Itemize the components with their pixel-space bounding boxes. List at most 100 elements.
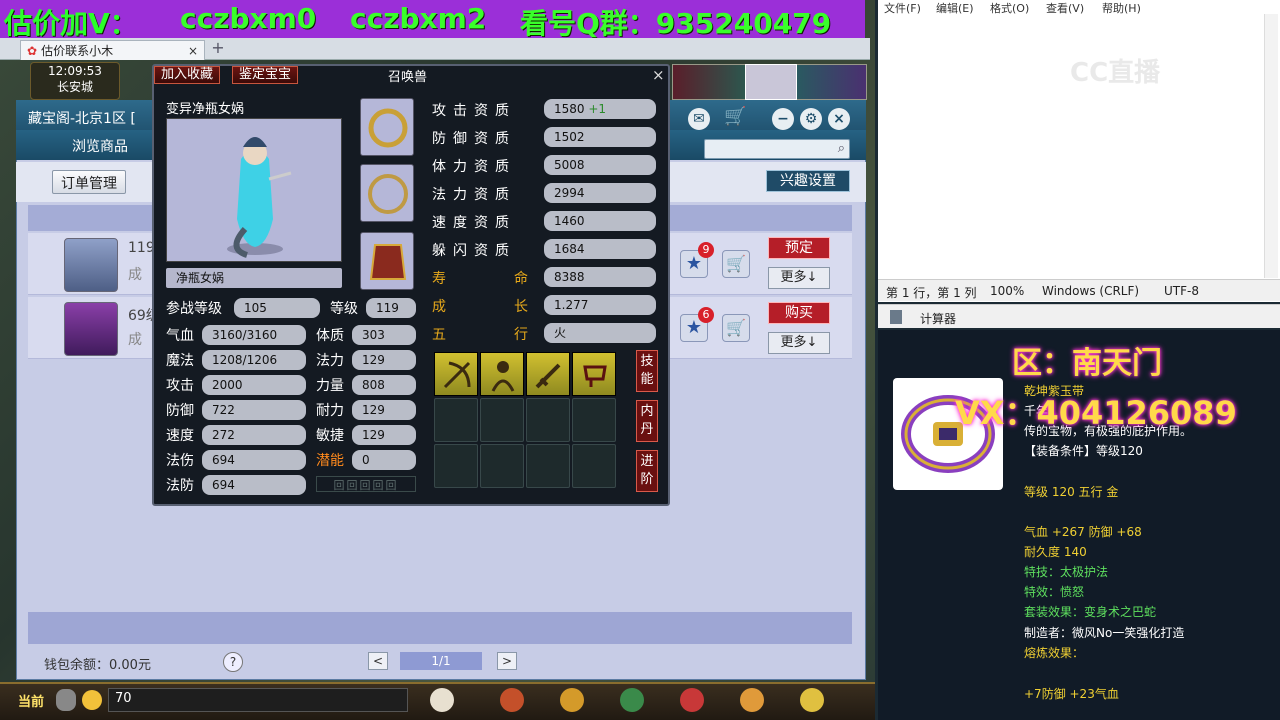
chat-channel-label[interactable]: 当前 xyxy=(18,691,44,710)
skill-slot-empty[interactable] xyxy=(434,398,478,442)
wallet-balance: 钱包余额：0.00元 xyxy=(44,658,151,673)
menu-edit[interactable]: 编辑(E) xyxy=(936,0,974,16)
order-manage-button[interactable]: 订单管理 xyxy=(52,170,126,194)
promo-banner: 估价加V： cczbxm0 cczbxm2 看号Q群：935240479 xyxy=(0,0,865,40)
skill-slot-empty[interactable] xyxy=(480,398,524,442)
item-tray-icon[interactable] xyxy=(680,688,704,712)
more-button[interactable]: 更多↓ xyxy=(768,332,830,354)
stat-label: 速度 xyxy=(166,428,194,444)
decorative-pattern: 回回回回回 xyxy=(316,476,416,492)
line-ending: Windows (CRLF) xyxy=(1042,284,1140,298)
search-icon[interactable]: ⌕ xyxy=(838,141,845,156)
item-tray-icon[interactable] xyxy=(620,688,644,712)
notepad-scrollbar[interactable] xyxy=(1264,14,1278,278)
item-durability: 耐久度 140 xyxy=(1024,545,1087,559)
stat-label: 力量 xyxy=(316,378,344,394)
level-label: 等级 xyxy=(330,301,358,317)
character-icon[interactable] xyxy=(56,689,76,711)
skill-slot-empty[interactable] xyxy=(526,444,570,488)
stat-label: 法防 xyxy=(166,478,194,494)
menu-help[interactable]: 帮助(H) xyxy=(1102,0,1141,16)
tab-advance[interactable]: 进阶 xyxy=(636,450,658,492)
add-cart-icon[interactable]: 🛒 xyxy=(722,250,750,278)
item-tray-icon[interactable] xyxy=(500,688,524,712)
mall-search-input[interactable]: ⌕ xyxy=(704,139,850,159)
item-tray-icon[interactable] xyxy=(740,688,764,712)
aptitude-label: 速度资质 xyxy=(432,215,516,231)
stat-value: 722 xyxy=(202,400,306,420)
equip-slot-ring-2[interactable] xyxy=(360,164,414,222)
stat-value: 694 xyxy=(202,475,306,495)
stat-label: 法伤 xyxy=(166,453,194,469)
equip-slot-ring-1[interactable] xyxy=(360,98,414,156)
buy-button[interactable]: 购买 xyxy=(768,302,830,324)
skill-slot-empty[interactable] xyxy=(572,398,616,442)
tab-close-icon[interactable]: × xyxy=(188,44,198,58)
more-button[interactable]: 更多↓ xyxy=(768,267,830,289)
browser-tab[interactable]: ✿ 估价联系小木 × xyxy=(20,40,205,60)
item-set-effect: 套装效果：变身术之巴蛇 xyxy=(1024,605,1157,619)
identify-pet-tag[interactable]: 鉴定宝宝 xyxy=(232,66,299,84)
zoom-level: 100% xyxy=(990,284,1025,298)
pet-name: 变异净瓶女娲 xyxy=(166,102,245,117)
new-tab-button[interactable]: + xyxy=(208,38,228,58)
pet-tray-icon[interactable] xyxy=(430,688,454,712)
chat-icon[interactable]: ✉ xyxy=(688,108,710,130)
stat-label: 体质 xyxy=(316,328,344,344)
help-icon[interactable]: ? xyxy=(223,652,243,672)
skill-slot-empty[interactable] xyxy=(434,444,478,488)
stat-value: 1208/1206 xyxy=(202,350,306,370)
close-mall-icon[interactable]: × xyxy=(828,108,850,130)
element-label-2: 行 xyxy=(514,327,528,343)
aptitude-value: 2994 xyxy=(544,183,656,203)
interest-settings-button[interactable]: 兴趣设置 xyxy=(766,170,850,192)
stat-value: 694 xyxy=(202,450,306,470)
cart-header-icon[interactable]: 🛒 xyxy=(724,106,746,127)
encoding: UTF-8 xyxy=(1164,284,1199,298)
menu-view[interactable]: 查看(V) xyxy=(1046,0,1084,16)
skill-sword-icon[interactable] xyxy=(526,352,570,396)
page-indicator: 1/1 xyxy=(400,652,482,670)
team-leader-avatar[interactable] xyxy=(745,64,797,100)
stat-value: 129 xyxy=(352,400,416,420)
skill-slot-empty[interactable] xyxy=(572,444,616,488)
add-favorite-tag[interactable]: 加入收藏 xyxy=(154,66,221,84)
prev-page-button[interactable]: < xyxy=(368,652,388,670)
settings-gear-icon[interactable]: ⚙ xyxy=(800,108,822,130)
pet-figure-icon xyxy=(227,137,292,258)
next-page-button[interactable]: > xyxy=(497,652,517,670)
nav-browse-goods[interactable]: 浏览商品 xyxy=(72,136,128,156)
reserve-button[interactable]: 预定 xyxy=(768,237,830,259)
skill-scroll-icon[interactable] xyxy=(572,352,616,396)
tab-skills[interactable]: 技能 xyxy=(636,350,658,392)
close-pet-icon[interactable]: × xyxy=(652,66,665,84)
aptitude-label: 法力资质 xyxy=(432,187,516,203)
chat-input[interactable]: 70 xyxy=(108,688,408,712)
vx-overlay: VX：404126089 xyxy=(955,394,1237,432)
item-tray-icon[interactable] xyxy=(800,688,824,712)
skill-figure-icon[interactable] xyxy=(480,352,524,396)
item-tray-icon[interactable] xyxy=(560,688,584,712)
equip-slot-armor[interactable] xyxy=(360,232,414,290)
battle-level-value: 105 xyxy=(234,298,320,318)
banner-text-1: 估价加V： xyxy=(4,7,138,40)
aptitude-label: 攻击资质 xyxy=(432,103,516,119)
pet-panel-title: 召唤兽 xyxy=(388,70,428,85)
add-cart-icon[interactable]: 🛒 xyxy=(722,314,750,342)
calculator-taskbar[interactable]: 计算器 xyxy=(878,304,1280,328)
stat-value: 2000 xyxy=(202,375,306,395)
life-value: 8388 xyxy=(544,267,656,287)
mall-title: 藏宝阁-北京1区 [ xyxy=(28,111,136,127)
menu-format[interactable]: 格式(O) xyxy=(990,0,1029,16)
region-overlay: 区：南天门 xyxy=(1012,346,1162,381)
skill-bow-icon[interactable] xyxy=(434,352,478,396)
menu-file[interactable]: 文件(F) xyxy=(884,0,921,16)
skill-slot-empty[interactable] xyxy=(480,444,524,488)
minimize-icon[interactable]: − xyxy=(772,108,794,130)
growth-label-2: 长 xyxy=(514,299,528,315)
tab-inner-dan[interactable]: 内丹 xyxy=(636,400,658,442)
stat-value: 303 xyxy=(352,325,416,345)
skill-slot-empty[interactable] xyxy=(526,398,570,442)
row-sub: 成 xyxy=(128,267,142,283)
emoji-icon[interactable] xyxy=(82,690,102,710)
